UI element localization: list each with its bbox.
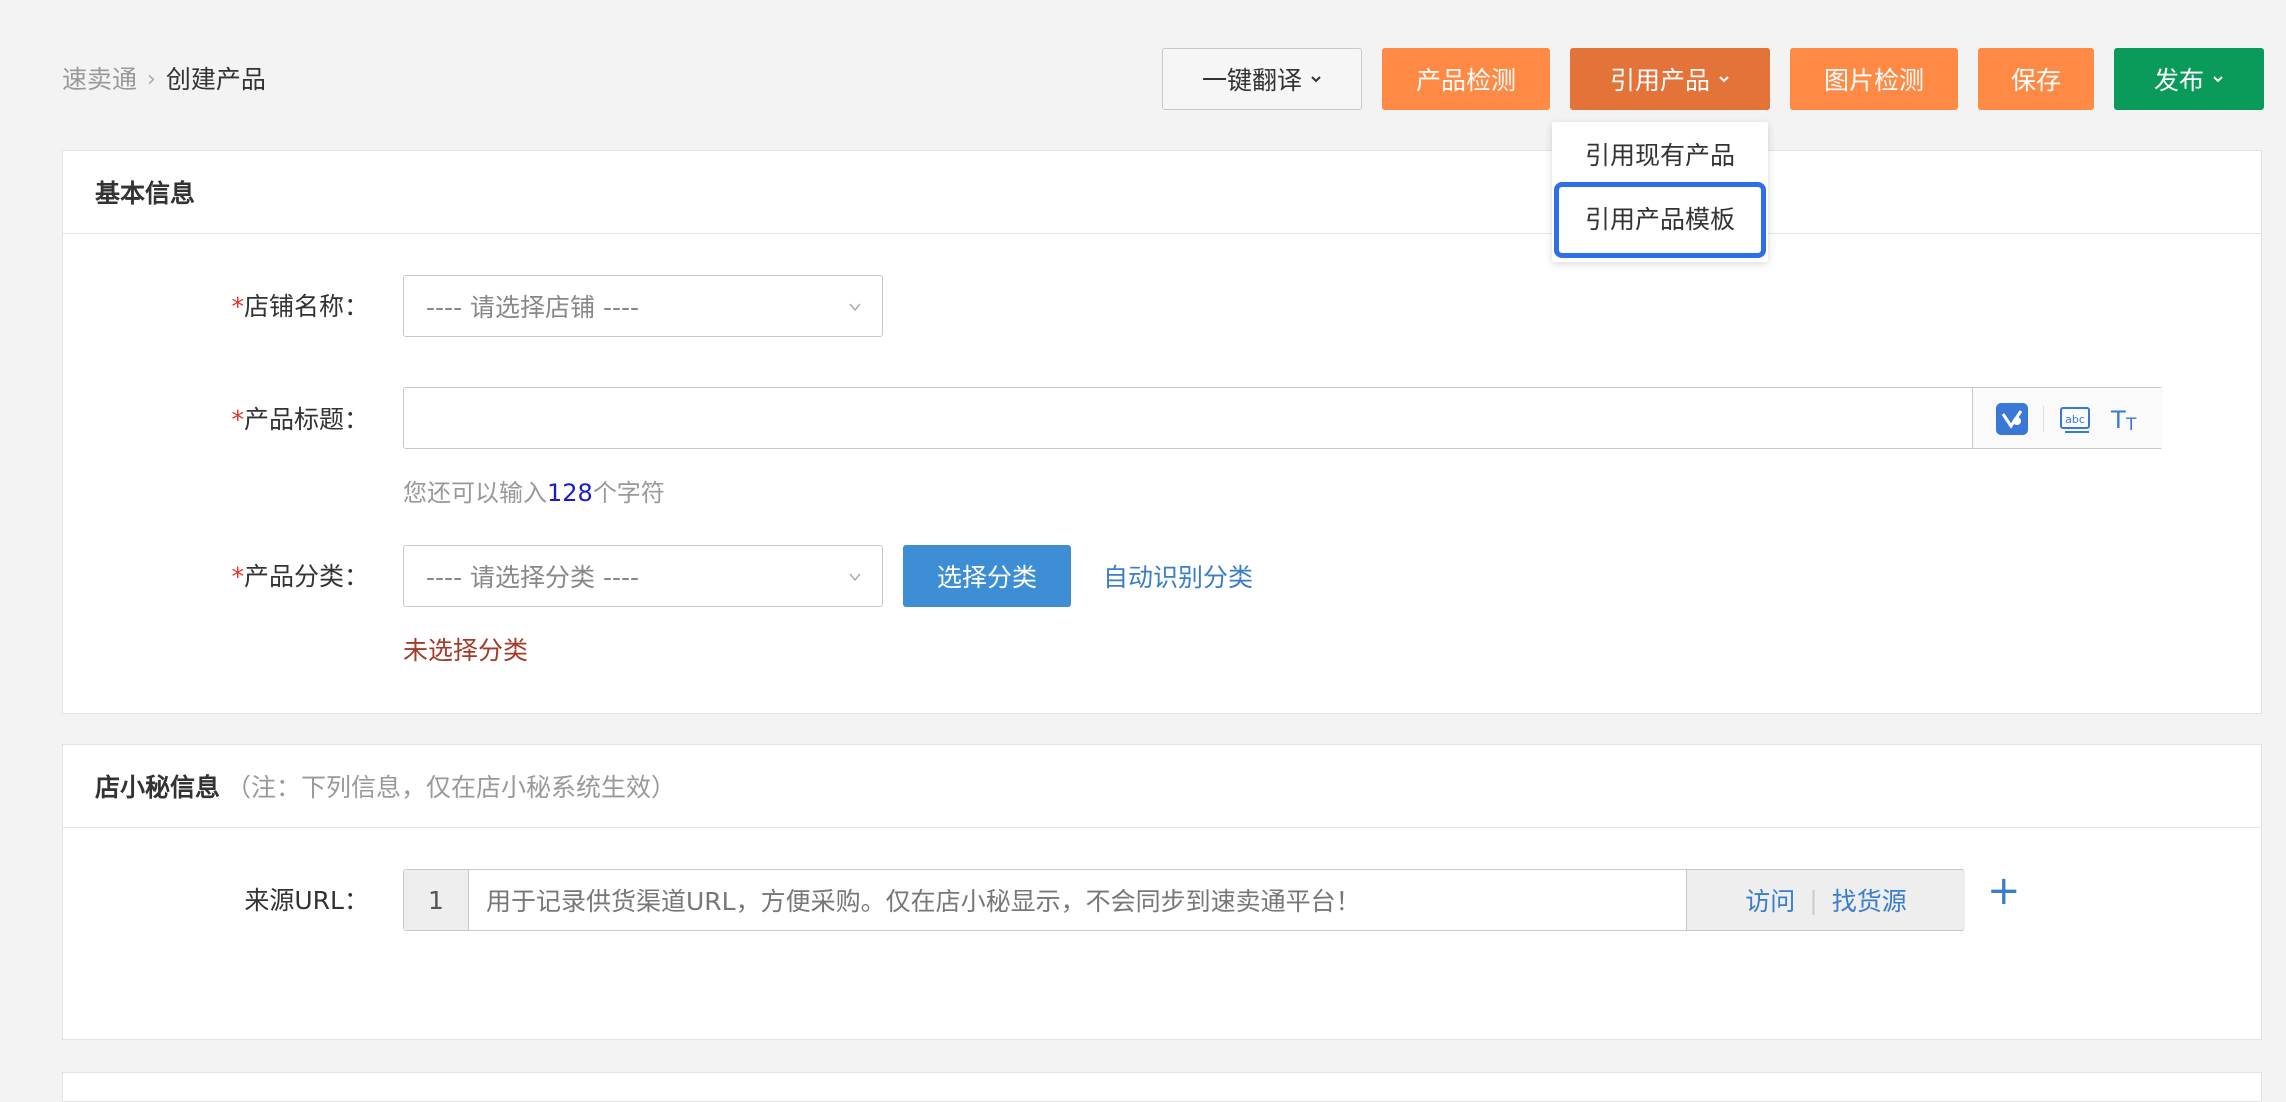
next-panel: [62, 1072, 2262, 1102]
required-mark: *: [231, 405, 244, 434]
svg-text:abc: abc: [2065, 413, 2085, 426]
reference-product-button[interactable]: 引用产品: [1570, 48, 1770, 110]
breadcrumb: 速卖通 › 创建产品: [62, 62, 266, 98]
translate-button-label: 一键翻译: [1201, 66, 1302, 95]
category-select[interactable]: ---- 请选择分类 ----: [403, 545, 883, 607]
chevron-down-icon: [2213, 76, 2223, 83]
product-title-label: *产品标题：: [231, 405, 369, 434]
dxm-info-note: （注：下列信息，仅在店小秘系统生效）: [226, 773, 677, 802]
dxm-info-title: 店小秘信息: [95, 773, 221, 802]
breadcrumb-parent[interactable]: 速卖通: [62, 62, 137, 98]
publish-label: 发布: [2153, 66, 2204, 95]
dxm-info-header: 店小秘信息 （注：下列信息，仅在店小秘系统生效）: [63, 745, 2261, 828]
store-name-label: *店铺名称：: [231, 292, 369, 321]
chevron-down-icon: [1311, 76, 1321, 83]
tool-divider: [2043, 406, 2044, 432]
abc-check-icon[interactable]: abc: [2059, 402, 2093, 436]
required-mark: *: [231, 562, 244, 591]
source-url-input[interactable]: 用于记录供货渠道URL，方便采购。仅在店小秘显示，不会同步到速卖通平台！: [486, 882, 1361, 918]
svg-text:T: T: [2125, 415, 2137, 435]
title-char-hint: 您还可以输入128个字符: [403, 479, 665, 507]
product-check-label: 产品检测: [1415, 66, 1516, 95]
breadcrumb-separator-icon: ›: [147, 67, 156, 92]
menu-item-reference-existing[interactable]: 引用现有产品: [1552, 138, 1768, 174]
basic-info-header: 基本信息: [63, 151, 2261, 234]
visit-link[interactable]: 访问: [1745, 882, 1795, 918]
source-url-group: 1 用于记录供货渠道URL，方便采购。仅在店小秘显示，不会同步到速卖通平台！ 访…: [403, 869, 1965, 931]
translate-button[interactable]: 一键翻译: [1162, 48, 1362, 110]
chevron-down-icon: [849, 303, 861, 312]
basic-info-title: 基本信息: [95, 179, 196, 208]
image-check-label: 图片检测: [1823, 66, 1924, 95]
save-button[interactable]: 保存: [1978, 48, 2094, 110]
product-title-input[interactable]: [404, 388, 1972, 448]
chevron-down-icon: [849, 573, 861, 582]
source-url-label: 来源URL：: [244, 886, 369, 915]
store-select-placeholder: ---- 请选择店铺 ----: [426, 293, 640, 322]
save-label: 保存: [2010, 66, 2061, 95]
reference-product-label: 引用产品: [1609, 66, 1710, 95]
choose-category-button[interactable]: 选择分类: [903, 545, 1071, 607]
menu-item-reference-template[interactable]: 引用产品模板: [1554, 182, 1766, 258]
svg-text:T: T: [2110, 406, 2126, 434]
dxm-info-panel: 店小秘信息 （注：下列信息，仅在店小秘系统生效） 来源URL： 1 用于记录供货…: [62, 744, 2262, 1040]
category-label: *产品分类：: [231, 562, 369, 591]
store-select[interactable]: ---- 请选择店铺 ----: [403, 275, 883, 337]
text-case-icon[interactable]: T T: [2109, 402, 2143, 436]
basic-info-panel: 基本信息 *店铺名称： ---- 请选择店铺 ---- *产品标题： abc T: [62, 150, 2262, 714]
publish-button[interactable]: 发布: [2114, 48, 2264, 110]
category-error: 未选择分类: [403, 636, 529, 665]
product-check-button[interactable]: 产品检测: [1382, 48, 1550, 110]
product-title-group: abc T T: [403, 387, 2163, 449]
chevron-down-icon: [1719, 76, 1729, 83]
breadcrumb-current: 创建产品: [165, 65, 266, 94]
reference-product-menu: 引用现有产品 引用产品模板: [1552, 122, 1768, 262]
chars-remaining: 128: [547, 479, 593, 507]
category-select-placeholder: ---- 请选择分类 ----: [426, 563, 640, 592]
find-source-link[interactable]: 找货源: [1832, 882, 1907, 918]
auto-detect-category-link[interactable]: 自动识别分类: [1103, 558, 1253, 594]
plus-icon[interactable]: +: [1987, 867, 2021, 915]
translate-icon[interactable]: [1995, 402, 2029, 436]
required-mark: *: [231, 292, 244, 321]
url-index: 1: [404, 870, 469, 930]
image-check-button[interactable]: 图片检测: [1790, 48, 1958, 110]
action-divider: |: [1809, 885, 1818, 915]
title-tools: abc T T: [1972, 388, 2163, 448]
url-actions: 访问 | 找货源: [1686, 870, 1965, 930]
